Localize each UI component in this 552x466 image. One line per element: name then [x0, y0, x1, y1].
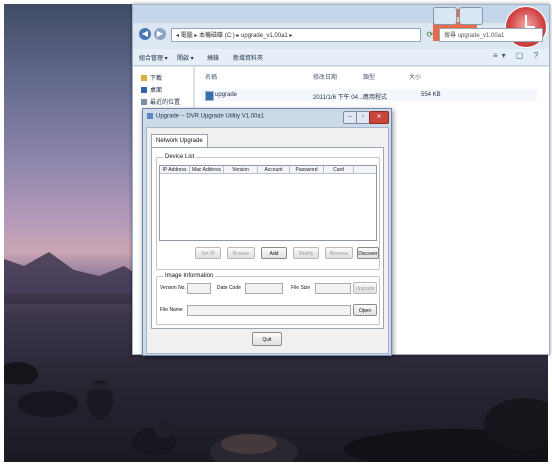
nav-item-label: 桌面	[150, 88, 163, 94]
column-filler	[354, 166, 376, 174]
quit-button[interactable]: Quit	[252, 332, 282, 346]
folder-icon	[141, 75, 147, 82]
column-ip-address[interactable]: IP Address	[160, 166, 190, 174]
dialog-body: Network Upgrade Device List IP Address M…	[146, 127, 389, 354]
file-name[interactable]: upgrade	[215, 92, 237, 98]
command-bar: 組合管理 ▾ 開啟 ▾ 燒錄 新增資料夾 ≡▾ ▢ ?	[133, 49, 549, 66]
column-header-type[interactable]: 類型	[363, 72, 375, 81]
column-header-name[interactable]: 名稱	[205, 72, 217, 81]
nav-item-label: 最近的位置	[150, 100, 181, 106]
column-account[interactable]: Account	[258, 166, 290, 174]
open-button[interactable]: Open	[353, 304, 377, 316]
add-button[interactable]: Add	[261, 247, 287, 259]
back-arrow-icon[interactable]: ◀	[139, 28, 151, 40]
device-list-label: Device List	[163, 154, 197, 160]
file-type: 應用程式	[363, 95, 388, 101]
device-list-group: Device List IP Address Mac Address Versi…	[156, 154, 380, 270]
search-input[interactable]: 搜尋 upgrade_v1.00a1	[439, 28, 543, 42]
set-ip-button[interactable]: Set IP	[195, 247, 221, 259]
image-information-label: Image Information	[163, 273, 216, 279]
nav-item-downloads[interactable]: 下載	[141, 73, 162, 82]
network-upgrade-panel: Device List IP Address Mac Address Versi…	[151, 147, 384, 329]
nav-item-recent[interactable]: 最近的位置	[141, 97, 180, 106]
dialog-close-button[interactable]: ✕	[369, 111, 389, 124]
nav-item-desktop[interactable]: 桌面	[141, 85, 162, 94]
tab-network-upgrade[interactable]: Network Upgrade	[151, 134, 208, 148]
dialog-title-text: Upgrade -- DVR Upgrade Utility V1.00a1	[156, 113, 265, 120]
minimize-button[interactable]	[433, 7, 457, 25]
app-icon	[147, 113, 153, 119]
open-menu[interactable]: 開啟 ▾	[177, 53, 194, 62]
column-version[interactable]: Version	[224, 166, 258, 174]
upgrade-button[interactable]: Upgrade	[353, 282, 377, 294]
file-date: 2011/1/6 下午 04...	[313, 95, 363, 101]
column-mac-address[interactable]: Mac Address	[190, 166, 224, 174]
image-information-group: Image Information Version No. Date Code …	[156, 273, 380, 325]
file-size-field	[315, 283, 351, 294]
refresh-icon[interactable]: ⟳	[423, 28, 437, 42]
version-no-label: Version No.	[160, 285, 186, 291]
burn-button[interactable]: 燒錄	[207, 53, 219, 62]
remove-button[interactable]: Remove	[325, 247, 353, 259]
column-header-size[interactable]: 大小	[409, 72, 421, 81]
column-password[interactable]: Password	[290, 166, 324, 174]
modify-button[interactable]: Modify	[293, 247, 319, 259]
file-name-label: File Name	[160, 307, 183, 313]
forward-arrow-icon[interactable]: ▶	[154, 28, 166, 40]
column-header-date[interactable]: 修改日期	[313, 72, 337, 81]
file-size-label: File Size	[291, 285, 311, 291]
date-code-label: Date Code	[217, 285, 241, 291]
desktop-icon	[141, 87, 147, 94]
view-options-icon[interactable]: ≡▾ ▢ ?	[493, 51, 542, 60]
dialog-title: Upgrade -- DVR Upgrade Utility V1.00a1	[147, 113, 264, 120]
file-size: 554 KB	[421, 92, 441, 98]
file-name-field[interactable]	[187, 305, 351, 316]
address-bar: ◀ ▶ ◂ 電腦 ▸ 本機磁碟 (C:) ▸ upgrade_v1.00a1 ▸…	[133, 25, 549, 45]
device-list-table[interactable]: IP Address Mac Address Version Account P…	[159, 165, 377, 241]
explorer-title-bar[interactable]	[133, 5, 549, 23]
browse-button[interactable]: Browse	[227, 247, 255, 259]
version-no-field	[187, 283, 211, 294]
application-icon	[205, 91, 214, 101]
upgrade-utility-dialog: Upgrade -- DVR Upgrade Utility V1.00a1 –…	[142, 108, 392, 356]
address-path-field[interactable]: ◂ 電腦 ▸ 本機磁碟 (C:) ▸ upgrade_v1.00a1 ▸	[171, 28, 421, 42]
date-code-field	[245, 283, 283, 294]
dialog-maximize-button[interactable]: ▫	[356, 111, 370, 124]
organize-menu[interactable]: 組合管理 ▾	[139, 53, 168, 62]
nav-item-label: 下載	[150, 76, 163, 82]
recent-places-icon	[141, 99, 147, 106]
discover-button[interactable]: Discover	[357, 247, 379, 259]
dialog-minimize-button[interactable]: –	[343, 111, 357, 124]
column-card[interactable]: Card	[324, 166, 354, 174]
maximize-button[interactable]	[459, 7, 483, 25]
new-folder-button[interactable]: 新增資料夾	[233, 53, 263, 62]
